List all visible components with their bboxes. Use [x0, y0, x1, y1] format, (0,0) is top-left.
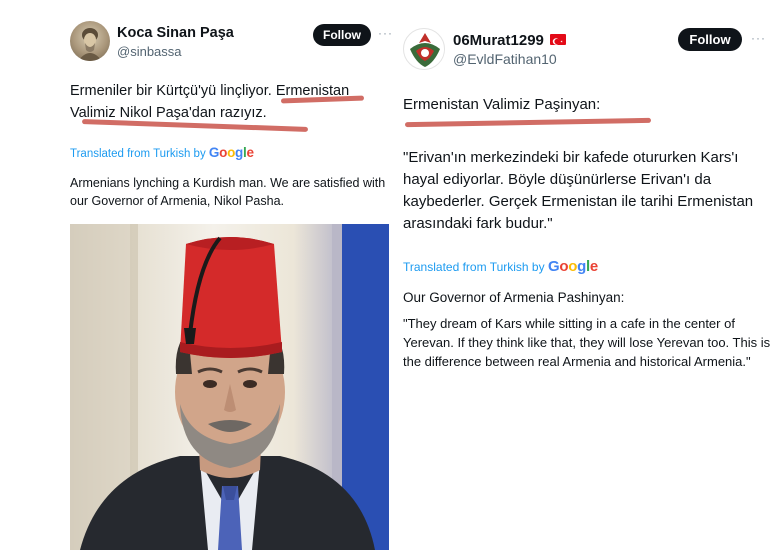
photo-man-fez-image	[70, 224, 389, 550]
author-handle[interactable]: @EvldFatihan10	[453, 51, 557, 67]
follow-button[interactable]: Follow	[678, 28, 742, 51]
follow-button[interactable]: Follow	[313, 24, 371, 46]
underline-mark	[404, 117, 652, 128]
translation-heading: Our Governor of Armenia Pashinyan:	[403, 290, 625, 305]
translated-label[interactable]: Translated from Turkish by	[403, 260, 545, 274]
google-logo: Google	[547, 258, 598, 275]
tweet-heading: Ermenistan Valimiz Paşinyan:	[403, 96, 601, 113]
translated-label[interactable]: Translated from Turkish by	[70, 148, 206, 160]
more-options-icon[interactable]: ···	[751, 31, 766, 45]
translated-note[interactable]: Translated from Turkish by Google	[70, 145, 254, 160]
translation-text: Armenians lynching a Kurdish man. We are…	[70, 176, 386, 208]
tweet-text: "Erivan'ın merkezindeki bir kafede oturu…	[403, 149, 754, 232]
author-name[interactable]: 06Murat1299	[453, 32, 544, 49]
avatar-emblem-icon	[406, 31, 444, 69]
translation-text: "They dream of Kars while sitting in a c…	[403, 316, 771, 369]
google-logo: Google	[208, 145, 254, 160]
more-options-icon[interactable]: ···	[378, 26, 393, 40]
user-avatar[interactable]	[70, 21, 110, 61]
tweet-text: Ermeniler bir Kürtçü'yü linçliyor. Ermen…	[70, 83, 350, 121]
author-handle[interactable]: @sinbassa	[117, 44, 182, 59]
turkey-flag-icon	[550, 34, 566, 45]
avatar-portrait-icon	[78, 28, 102, 61]
tweet-right: 06Murat1299 @EvldFatihan10 Follow ··· Er…	[395, 0, 780, 550]
user-avatar[interactable]	[403, 28, 445, 70]
translated-note[interactable]: Translated from Turkish by Google	[403, 258, 598, 275]
tweet-photo[interactable]	[70, 224, 389, 550]
tweet-left: Koca Sinan Paşa @sinbassa Follow ··· Erm…	[0, 0, 395, 550]
author-name[interactable]: Koca Sinan Paşa	[117, 25, 234, 41]
